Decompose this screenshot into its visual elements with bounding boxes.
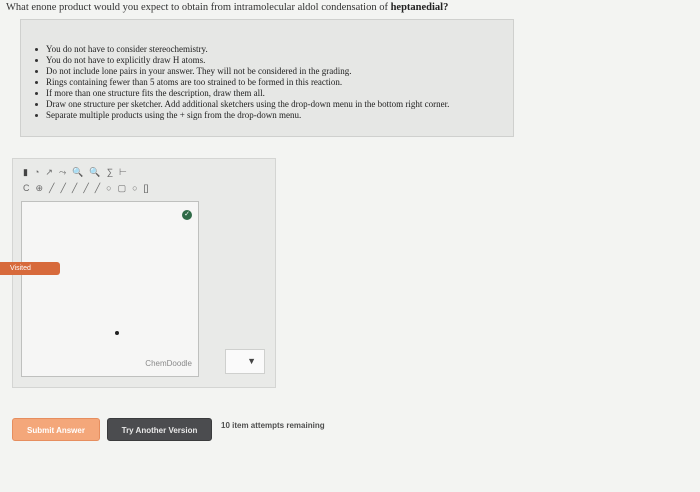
eraser-tool-icon[interactable]: ▮ [23, 167, 28, 177]
instruction-item: Do not include lone pairs in your answer… [35, 66, 449, 77]
sketcher-canvas[interactable]: ✓ ChemDoodle [21, 201, 199, 377]
cursor-dot-icon [115, 331, 119, 335]
question-text: What enone product would you expect to o… [6, 2, 448, 13]
lasso-tool-icon[interactable]: ◔ [34, 167, 39, 177]
instruction-item: Separate multiple products using the + s… [35, 110, 449, 121]
cyclopentane-icon[interactable]: ○ [132, 183, 137, 193]
instruction-item: If more than one structure fits the desc… [35, 88, 449, 99]
bracket-tool-icon[interactable]: [] [144, 183, 149, 193]
add-sketcher-dropdown[interactable]: ▼ [225, 349, 265, 374]
triple-bond-icon[interactable]: ╱ [72, 183, 77, 193]
undo-tool-icon[interactable]: ↗ [45, 167, 53, 177]
status-check-icon: ✓ [182, 210, 192, 220]
sketcher-toolbar-row-2: C ⊕ ╱ ╱ ╱ ╱ ╱ ○ ▢ ○ [] [23, 183, 149, 193]
hash-bond-icon[interactable]: ╱ [95, 183, 100, 193]
instruction-item: Rings containing fewer than 5 atoms are … [35, 77, 449, 88]
chemdoodle-logo: ChemDoodle [145, 359, 192, 368]
double-bond-icon[interactable]: ╱ [60, 183, 65, 193]
cyclopropane-icon[interactable]: ○ [106, 183, 111, 193]
instruction-item: Draw one structure per sketcher. Add add… [35, 99, 449, 110]
charge-tool-icon[interactable]: ⊕ [36, 183, 44, 193]
single-bond-icon[interactable]: ╱ [49, 183, 54, 193]
wedge-bond-icon[interactable]: ╱ [83, 183, 88, 193]
instructions-panel: You do not have to consider stereochemis… [20, 19, 514, 137]
attempts-remaining-text: 10 item attempts remaining [221, 421, 325, 430]
visited-tab[interactable]: Visited [0, 262, 60, 275]
instruction-item: You do not have to explicitly draw H ato… [35, 55, 449, 66]
instruction-item: You do not have to consider stereochemis… [35, 44, 449, 55]
zoom-out-icon[interactable]: 🔍 [89, 167, 100, 177]
submit-answer-button[interactable]: Submit Answer [12, 418, 100, 441]
instructions-list: You do not have to consider stereochemis… [35, 44, 449, 121]
try-another-version-button[interactable]: Try Another Version [107, 418, 212, 441]
redo-tool-icon[interactable]: ⤳ [59, 167, 66, 177]
sketcher-toolbar-row-1: ▮ ◔ ↗ ⤳ 🔍 🔍 ∑ ⊢ [23, 167, 127, 177]
atom-label-tool-icon[interactable]: C [23, 183, 30, 193]
clean-tool-icon[interactable]: ⊢ [119, 167, 127, 177]
question-prefix: What enone product would you expect to o… [6, 2, 391, 13]
compound-name: heptanedial? [390, 2, 449, 13]
chevron-down-icon: ▼ [247, 356, 256, 366]
zoom-in-icon[interactable]: 🔍 [72, 167, 83, 177]
cyclobutane-icon[interactable]: ▢ [118, 183, 127, 193]
formula-tool-icon[interactable]: ∑ [107, 167, 113, 177]
